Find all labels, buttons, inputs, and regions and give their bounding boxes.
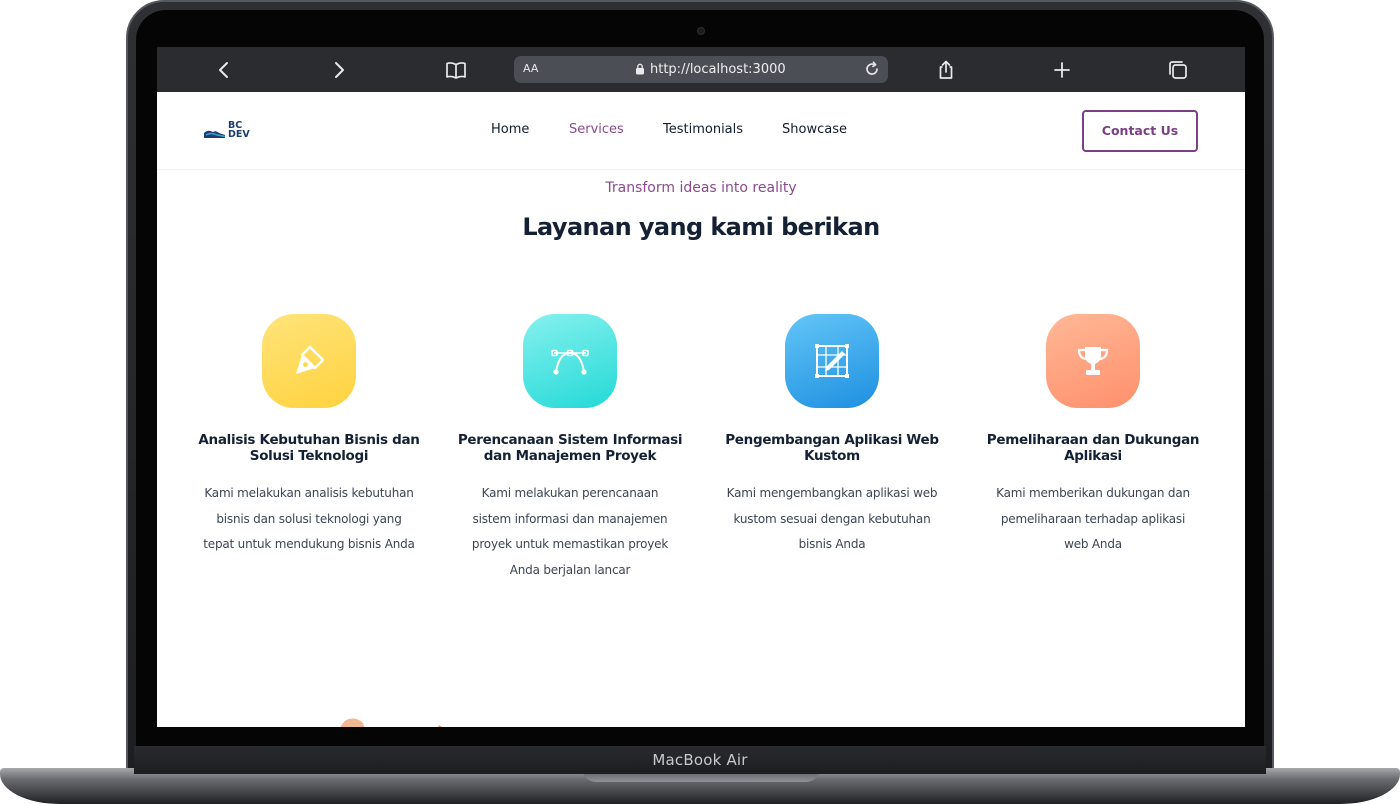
- reload-icon[interactable]: [863, 60, 881, 78]
- nav-showcase[interactable]: Showcase: [782, 122, 847, 137]
- service-description: Kami melakukan analisis kebutuhan bisnis…: [203, 486, 415, 552]
- nav-services[interactable]: Services: [569, 122, 624, 137]
- service-title: Analisis Kebutuhan Bisnis dan Solusi Tek…: [198, 432, 420, 464]
- service-title: Perencanaan Sistem Informasi dan Manajem…: [457, 432, 683, 464]
- bookmarks-icon[interactable]: [445, 59, 467, 81]
- service-card: Pengembangan Aplikasi Web Kustom Kami me…: [714, 314, 950, 558]
- service-title: Pemeliharaan dan Dukungan Aplikasi: [986, 432, 1200, 464]
- browser-toolbar: AA http://localhost:3000: [157, 47, 1245, 92]
- service-card: Pemeliharaan dan Dukungan Aplikasi Kami …: [975, 314, 1211, 558]
- pen-nib-icon: [296, 345, 325, 374]
- url-text: http://localhost:3000: [650, 62, 786, 77]
- camera-icon: [697, 27, 705, 35]
- new-tab-icon[interactable]: [1051, 59, 1073, 81]
- service-title: Pengembangan Aplikasi Web Kustom: [725, 432, 939, 464]
- device-label: MacBook Air: [652, 751, 748, 769]
- forward-icon[interactable]: [328, 59, 350, 81]
- tabs-icon[interactable]: [1167, 59, 1189, 81]
- logo-mark-icon: [204, 130, 226, 138]
- lock-icon: [636, 63, 644, 75]
- section-tagline: Transform ideas into reality: [605, 180, 797, 196]
- service-card: Perencanaan Sistem Informasi dan Manajem…: [452, 314, 688, 583]
- service-card: Analisis Kebutuhan Bisnis dan Solusi Tek…: [191, 314, 427, 558]
- service-description: Kami melakukan perencanaan sistem inform…: [471, 486, 669, 577]
- back-icon[interactable]: [213, 59, 235, 81]
- section-title: Layanan yang kami berikan: [522, 213, 880, 241]
- share-icon[interactable]: [935, 59, 957, 81]
- hand-illustration: [340, 718, 442, 727]
- service-icon-tile: [1046, 314, 1140, 408]
- service-description: Kami memberikan dukungan dan pemeliharaa…: [996, 486, 1190, 552]
- nav-testimonials[interactable]: Testimonials: [663, 122, 743, 137]
- text-size-button[interactable]: AA: [523, 62, 538, 75]
- screen: AA http://localhost:3000 BC DEV Home Ser…: [157, 47, 1245, 727]
- contact-us-button[interactable]: Contact Us: [1082, 110, 1198, 152]
- address-bar[interactable]: AA http://localhost:3000: [514, 56, 888, 83]
- logo-text: BC DEV: [228, 120, 250, 140]
- site-header: BC DEV Home Services Testimonials Showca…: [157, 92, 1245, 170]
- nav-home[interactable]: Home: [491, 122, 529, 137]
- service-icon-tile: [523, 314, 617, 408]
- logo[interactable]: BC DEV: [203, 121, 255, 143]
- trophy-icon: [1077, 347, 1109, 375]
- service-icon-tile: [785, 314, 879, 408]
- service-icon-tile: [262, 314, 356, 408]
- service-description: Kami mengembangkan aplikasi web kustom s…: [726, 486, 938, 552]
- bezier-curve-icon: [551, 349, 589, 375]
- design-edit-icon: [815, 344, 849, 378]
